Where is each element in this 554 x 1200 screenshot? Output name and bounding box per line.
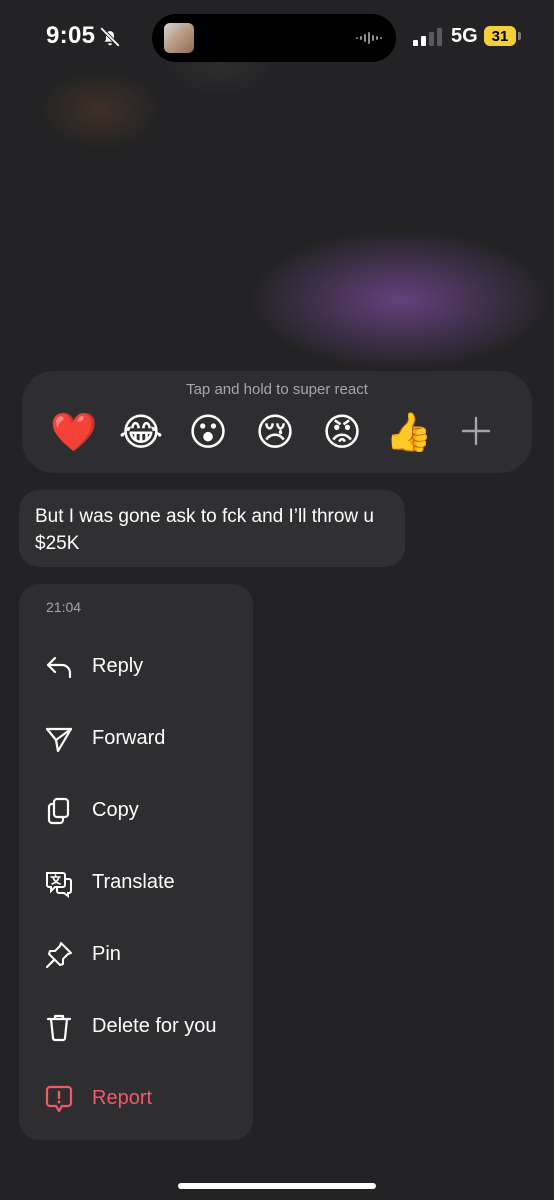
forward-icon [45, 727, 73, 753]
menu-item-pin[interactable]: Pin [19, 927, 253, 983]
audio-wave-icon [356, 32, 382, 44]
reaction-thumbs-up[interactable]: 👍 [385, 409, 433, 457]
reaction-heart[interactable]: ❤️ [50, 409, 98, 457]
message-timestamp: 21:04 [46, 599, 82, 615]
dynamic-island[interactable] [152, 14, 396, 62]
trash-icon [46, 1014, 72, 1042]
message-bubble[interactable]: But I was gone ask to fck and I’ll throw… [19, 490, 405, 567]
menu-label-translate: Translate [92, 871, 175, 893]
battery-icon: 31 [484, 26, 516, 46]
bell-off-icon [100, 27, 120, 47]
menu-item-forward[interactable]: Forward [19, 711, 253, 767]
menu-label-pin: Pin [92, 943, 121, 965]
menu-item-report[interactable]: Report [19, 1071, 253, 1127]
menu-item-delete[interactable]: Delete for you [19, 999, 253, 1055]
network-type: 5G [451, 25, 478, 47]
home-indicator[interactable] [178, 1183, 376, 1189]
reply-icon [46, 656, 72, 679]
translate-icon [46, 872, 72, 898]
message-text: But I was gone ask to fck and I’ll throw… [35, 506, 375, 554]
menu-item-translate[interactable]: Translate [19, 855, 253, 911]
menu-label-copy: Copy [92, 799, 139, 821]
battery-cap [518, 32, 521, 40]
menu-item-reply[interactable]: Reply [19, 639, 253, 695]
copy-icon [47, 797, 70, 825]
caller-avatar [164, 23, 194, 53]
reaction-surprised[interactable]: 😮 [184, 409, 232, 457]
menu-label-reply: Reply [92, 655, 144, 677]
menu-label-report: Report [92, 1087, 153, 1109]
battery-level: 31 [491, 27, 509, 45]
signal-icon [413, 28, 442, 46]
reaction-bar: Tap and hold to super react ❤️ 😂 😮 😢 😡 👍 [22, 371, 532, 473]
reaction-crying[interactable]: 😢 [251, 409, 299, 457]
status-time: 9:05 [46, 22, 96, 49]
message-context-menu: 21:04 Reply Forward Copy Translate Pin D… [19, 584, 253, 1140]
status-bar: 9:05 5G 31 [0, 0, 554, 76]
plus-icon[interactable] [458, 413, 494, 449]
reaction-hint: Tap and hold to super react [186, 381, 368, 398]
menu-label-delete: Delete for you [92, 1015, 217, 1037]
report-icon [45, 1085, 73, 1113]
pin-icon [45, 942, 72, 969]
reaction-laughing[interactable]: 😂 [117, 409, 165, 457]
reaction-angry[interactable]: 😡 [318, 409, 366, 457]
menu-item-copy[interactable]: Copy [19, 783, 253, 839]
menu-label-forward: Forward [92, 727, 166, 749]
